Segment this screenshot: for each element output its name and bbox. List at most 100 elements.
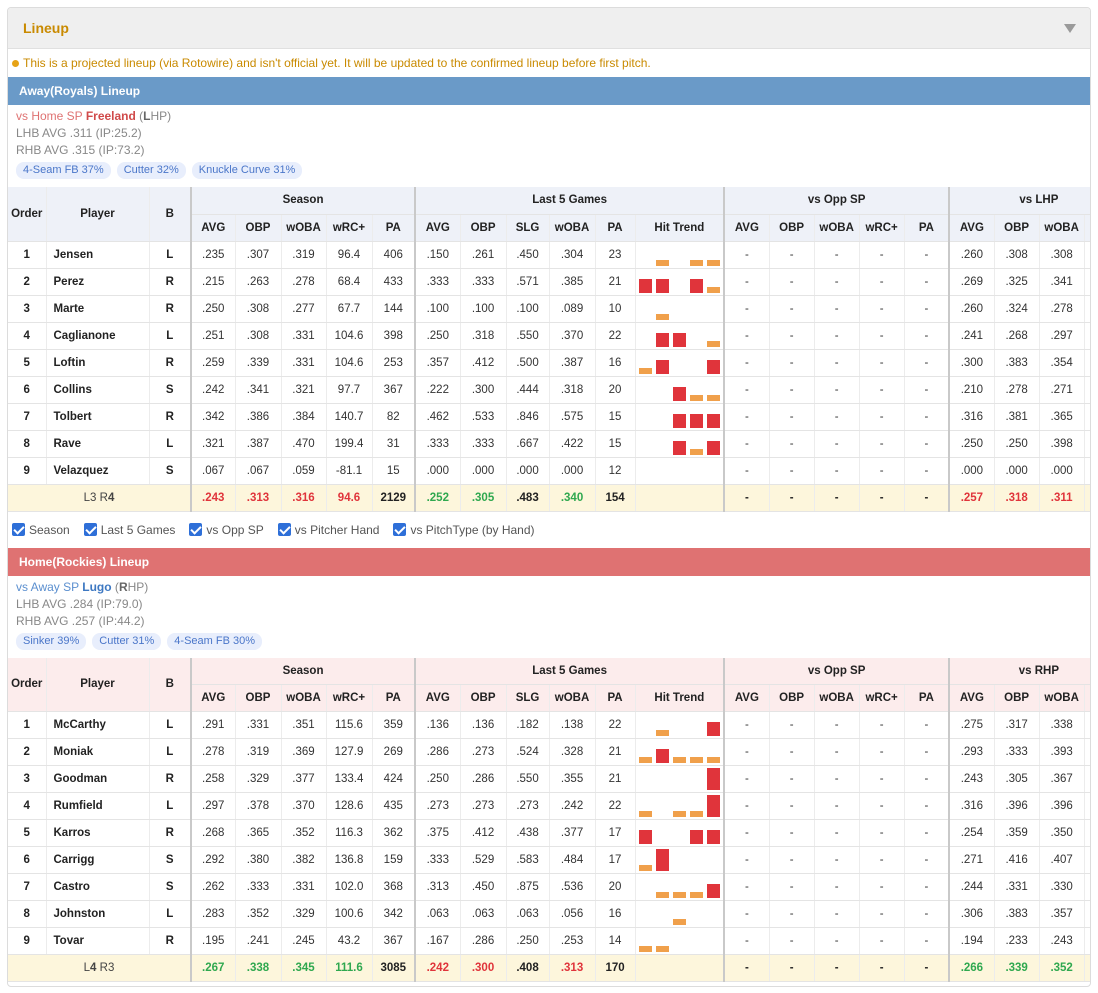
last5-stat: .304 [549, 241, 596, 269]
player-name-link[interactable]: Caglianone [46, 322, 150, 350]
checkbox-checked-icon[interactable] [12, 523, 25, 536]
player-name-link[interactable]: Castro [46, 873, 150, 901]
last5-col-header[interactable]: PA [595, 214, 636, 242]
filter-checkbox[interactable]: Season [12, 523, 70, 537]
opp-col-header[interactable]: OBP [769, 214, 815, 242]
opp-col-header[interactable]: AVG [724, 214, 770, 242]
last5-col-header[interactable]: SLG [506, 214, 550, 242]
home-team-bar: Home(Rockies) Lineup [8, 547, 1090, 576]
player-name-link[interactable]: Tolbert [46, 403, 150, 431]
player-name-link[interactable]: Johnston [46, 900, 150, 928]
collapse-caret-icon[interactable] [1064, 23, 1076, 33]
season-stat: 433 [372, 268, 417, 296]
season-col-header[interactable]: PA [372, 684, 417, 712]
hand-col-header[interactable]: wRC+ [1084, 684, 1090, 712]
last5-col-header[interactable]: Hit Trend [635, 684, 726, 712]
last5-stat: .100 [506, 295, 550, 323]
player-name-link[interactable]: Karros [46, 819, 150, 847]
player-name-link[interactable]: Carrigg [46, 846, 150, 874]
last5-col-header[interactable]: AVG [415, 214, 461, 242]
bats-header[interactable]: B [149, 187, 192, 242]
last5-col-header[interactable]: OBP [460, 684, 507, 712]
last5-col-header[interactable]: wOBA [549, 214, 596, 242]
season-stat: .377 [281, 765, 327, 793]
opp-col-header[interactable]: OBP [769, 684, 815, 712]
opp-col-header[interactable]: AVG [724, 684, 770, 712]
season-stat: 104.6 [326, 322, 373, 350]
sp-name-link[interactable]: Lugo [82, 580, 111, 594]
hand-col-header[interactable]: AVG [949, 214, 995, 242]
season-col-header[interactable]: OBP [235, 214, 282, 242]
sp-hand-rest: HP) [150, 109, 172, 123]
opp-sp-stat: - [904, 295, 951, 323]
last5-col-header[interactable]: SLG [506, 684, 550, 712]
hand-col-header[interactable]: wRC+ [1084, 214, 1090, 242]
player-name-link[interactable]: Marte [46, 295, 150, 323]
order-header[interactable]: Order [8, 187, 47, 242]
last5-col-header[interactable]: OBP [460, 214, 507, 242]
last5-stat: .182 [506, 711, 550, 739]
season-col-header[interactable]: OBP [235, 684, 282, 712]
player-name-link[interactable]: Goodman [46, 765, 150, 793]
season-stat: 67.7 [326, 295, 373, 323]
filter-checkbox[interactable]: vs PitchType (by Hand) [393, 523, 535, 537]
last5-stat: .333 [460, 268, 507, 296]
checkbox-checked-icon[interactable] [83, 523, 97, 536]
season-col-header[interactable]: wOBA [281, 214, 327, 242]
opp-col-header[interactable]: wOBA [814, 684, 860, 712]
filter-checkbox[interactable]: vs Pitcher Hand [277, 523, 379, 537]
player-header[interactable]: Player [46, 187, 150, 242]
player-row: 2 Moniak L .278.319.369 127.9 269.286.273.524… [8, 738, 1090, 766]
player-name-link[interactable]: Loftin [46, 349, 150, 377]
hand-col-header[interactable]: OBP [994, 684, 1040, 712]
last5-col-header[interactable]: Hit Trend [635, 214, 726, 242]
bats-header[interactable]: B [149, 657, 192, 712]
checkbox-checked-icon[interactable] [393, 523, 407, 536]
last5-stat: .385 [549, 268, 596, 296]
hit-trend-cell [635, 268, 726, 296]
season-col-header[interactable]: PA [372, 214, 417, 242]
season-col-header[interactable]: wRC+ [326, 684, 373, 712]
hand-col-header[interactable]: wOBA [1039, 214, 1085, 242]
panel-header[interactable]: Lineup [8, 8, 1090, 49]
season-col-header[interactable]: wRC+ [326, 214, 373, 242]
player-name-link[interactable]: Rave [46, 430, 150, 458]
order-header[interactable]: Order [8, 657, 47, 712]
total-opp-stat: - [904, 484, 951, 512]
player-name-link[interactable]: Perez [46, 268, 150, 296]
season-stat: .331 [281, 349, 327, 377]
hand-col-header[interactable]: wOBA [1039, 684, 1085, 712]
season-col-header[interactable]: AVG [191, 684, 236, 712]
last5-col-header[interactable]: PA [595, 684, 636, 712]
player-name-link[interactable]: Velazquez [46, 457, 150, 485]
player-header[interactable]: Player [46, 657, 150, 712]
season-col-header[interactable]: wOBA [281, 684, 327, 712]
player-name-link[interactable]: Collins [46, 376, 150, 404]
total-hand-stat: .352 [1039, 954, 1085, 982]
opp-col-header[interactable]: PA [904, 214, 951, 242]
player-name-link[interactable]: Jensen [46, 241, 150, 269]
opp-sp-stat: - [814, 927, 860, 955]
opp-sp-stat: - [724, 403, 770, 431]
checkbox-checked-icon[interactable] [277, 523, 291, 536]
player-name-link[interactable]: Rumfield [46, 792, 150, 820]
sp-name-link[interactable]: Freeland [86, 109, 136, 123]
season-col-header[interactable]: AVG [191, 214, 236, 242]
player-name-link[interactable]: Moniak [46, 738, 150, 766]
checkbox-checked-icon[interactable] [189, 523, 203, 536]
opp-col-header[interactable]: wOBA [814, 214, 860, 242]
player-name-link[interactable]: Tovar [46, 927, 150, 955]
last5-col-header[interactable]: wOBA [549, 684, 596, 712]
filter-checkbox[interactable]: vs Opp SP [189, 523, 264, 537]
filter-checkbox[interactable]: Last 5 Games [83, 523, 175, 537]
hand-col-header[interactable]: OBP [994, 214, 1040, 242]
last5-col-header[interactable]: AVG [415, 684, 461, 712]
opp-col-header[interactable]: PA [904, 684, 951, 712]
hand-col-header[interactable]: AVG [949, 684, 995, 712]
player-name-link[interactable]: McCarthy [46, 711, 150, 739]
season-stat: .351 [281, 711, 327, 739]
last5-stat: 21 [595, 268, 636, 296]
last5-group-header: Last 5 Games [415, 657, 726, 685]
opp-col-header[interactable]: wRC+ [859, 214, 905, 242]
opp-col-header[interactable]: wRC+ [859, 684, 905, 712]
